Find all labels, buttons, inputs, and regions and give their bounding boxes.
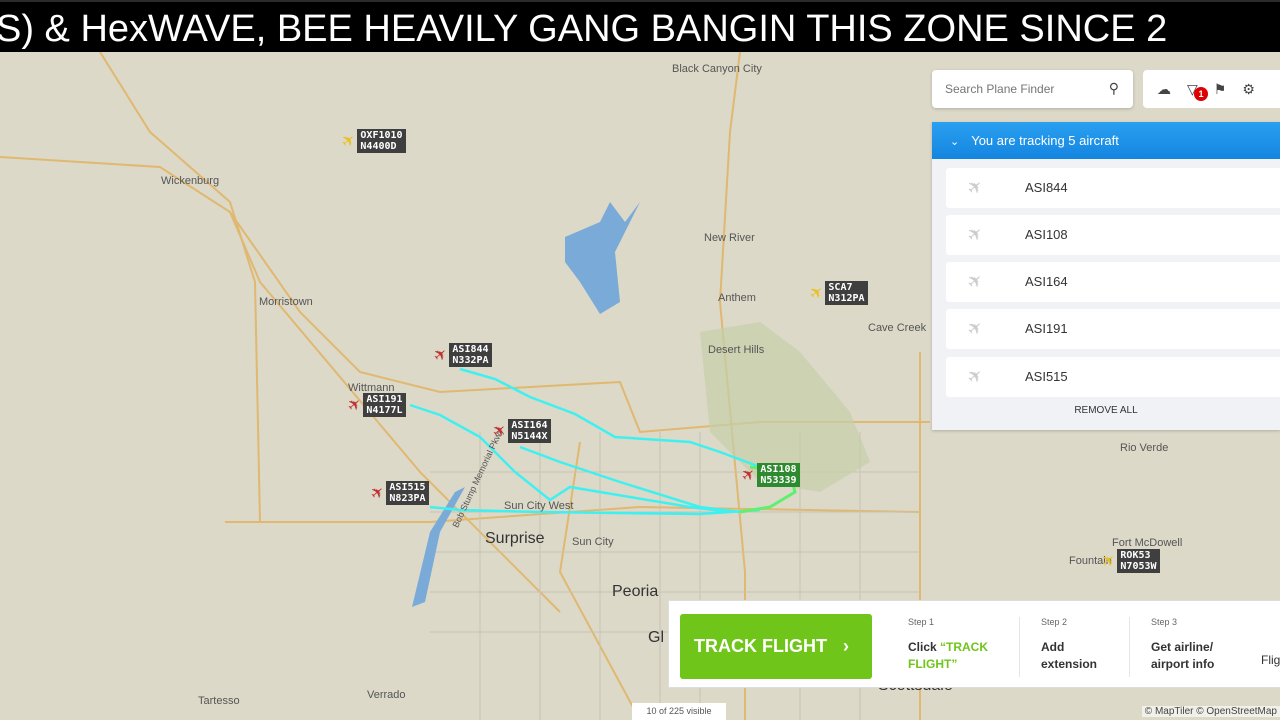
town-label: Cave Creek [868, 322, 927, 334]
town-label: Sun City [572, 536, 614, 548]
step-1: Step 1 Click “TRACK FLIGHT” [908, 617, 989, 671]
aircraft-marker[interactable]: ✈ ASI515 N823PA [367, 481, 429, 505]
visible-count: 10 of 225 visible [632, 703, 726, 720]
aircraft-marker[interactable]: ✈ ASI844 N332PA [430, 343, 492, 367]
town-label: Rio Verde [1120, 442, 1169, 454]
town-label: Tartesso [198, 695, 240, 707]
plane-icon: ✈ [963, 174, 988, 200]
tracked-aircraft-item[interactable]: ✈ ASI515 [946, 357, 1280, 397]
town-label: Desert Hills [708, 344, 765, 356]
track-flight-button[interactable]: TRACK FLIGHT › [680, 614, 872, 679]
banner-text: S) & HexWAVE, BEE HEAVILY GANG BANGIN TH… [0, 8, 1168, 50]
cloud-icon[interactable]: ☁ [1157, 81, 1171, 98]
step-4-cut: Flig [1261, 653, 1280, 667]
town-label: Gl [648, 629, 664, 646]
step-3: Step 3 Get airline/ airport info [1151, 617, 1215, 671]
town-label: Wickenburg [161, 175, 220, 187]
town-label: New River [704, 232, 755, 244]
town-label: Morristown [259, 296, 313, 308]
step-2: Step 2 Add extension [1041, 617, 1098, 671]
town-label: Sun City West [504, 500, 574, 512]
remove-all-button[interactable]: REMOVE ALL [932, 405, 1280, 416]
town-label: Surprise [485, 530, 545, 547]
bookmark-icon[interactable]: ⚑ [1214, 81, 1227, 98]
filter-badge: 1 [1194, 87, 1208, 101]
aircraft-marker[interactable]: ✈ OXF1010 N4400D [338, 129, 406, 153]
search-box[interactable]: ⚲ [932, 70, 1133, 108]
chevron-right-icon: › [842, 636, 849, 656]
plane-icon: ✈ [963, 221, 988, 247]
aircraft-marker[interactable]: ✈ ROK53 N7053W [1098, 549, 1160, 573]
town-label: Verrado [367, 689, 406, 701]
search-input[interactable] [932, 70, 1092, 108]
tracking-header[interactable]: ⌄ You are tracking 5 aircraft [932, 122, 1280, 159]
aircraft-marker[interactable]: ✈ ASI164 N5144X [489, 419, 551, 443]
plane-icon: ✈ [963, 315, 988, 341]
plane-icon: ✈ [963, 268, 988, 294]
map-attribution[interactable]: © MapTiler © OpenStreetMap [1141, 706, 1280, 717]
aircraft-marker[interactable]: ✈ SCA7 N312PA [806, 281, 868, 305]
town-label: Black Canyon City [672, 63, 762, 75]
tracked-aircraft-item[interactable]: ✈ ASI164 [946, 262, 1280, 302]
tracking-panel: ⌄ You are tracking 5 aircraft ✈ ASI844 ✈ AS… [932, 122, 1280, 430]
plane-icon: ✈ [963, 363, 988, 389]
chevron-down-icon[interactable]: ⌄ [950, 136, 959, 148]
search-icon[interactable]: ⚲ [1109, 80, 1119, 97]
aircraft-marker[interactable]: ✈ ASI191 N4177L [344, 393, 406, 417]
tracked-aircraft-item[interactable]: ✈ ASI844 [946, 168, 1280, 208]
town-label: Fort McDowell [1112, 537, 1183, 549]
scrolling-banner: S) & HexWAVE, BEE HEAVILY GANG BANGIN TH… [0, 0, 1280, 52]
track-flight-promo: TRACK FLIGHT › Step 1 Click “TRACK FLIGHT”… [668, 600, 1280, 688]
aircraft-marker-selected[interactable]: ✈ ASI108 N53339 [738, 463, 800, 487]
tracked-aircraft-item[interactable]: ✈ ASI191 [946, 309, 1280, 349]
town-label: Anthem [718, 292, 756, 304]
divider [1019, 617, 1020, 677]
town-label: Peoria [612, 583, 659, 600]
divider [1129, 617, 1130, 677]
tracked-aircraft-item[interactable]: ✈ ASI108 [946, 215, 1280, 255]
gear-icon[interactable]: ⚙ [1242, 81, 1255, 98]
toolbar: ☁ ▽ ⚑ ⚙ [1143, 70, 1280, 108]
